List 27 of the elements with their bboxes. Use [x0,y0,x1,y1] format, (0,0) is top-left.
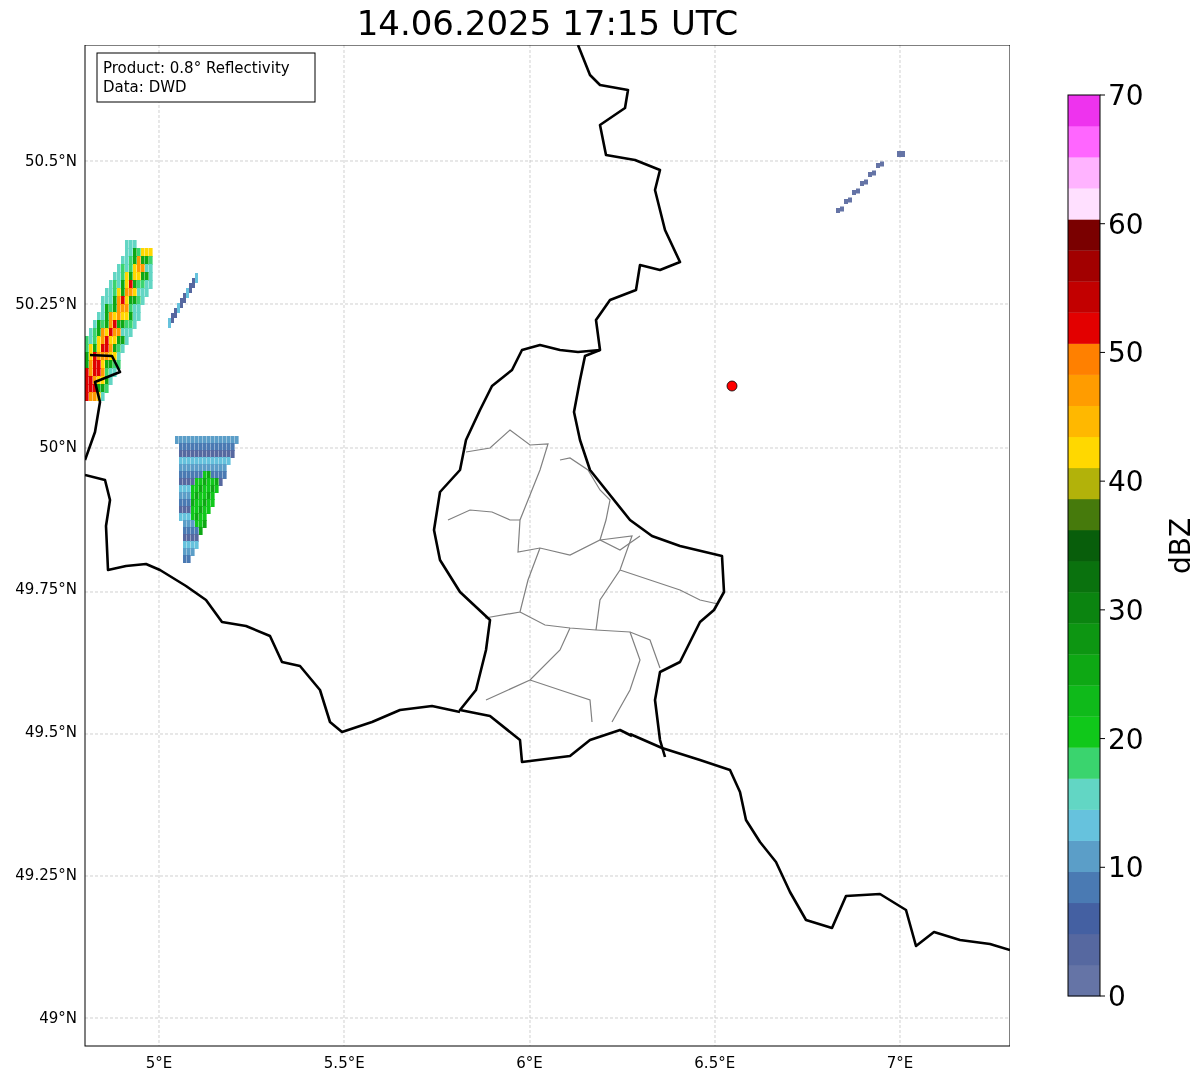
legend-text: Product: 0.8° Reflectivity [103,59,290,77]
colorbar-tick-label: 0 [1108,980,1126,1013]
colorbar-tick-label: 40 [1108,465,1144,499]
colorbar-tick-label: 10 [1108,851,1144,885]
longitude-label: 5°E [145,1054,173,1072]
latitude-label: 49°N [39,1008,77,1027]
latitude-label: 49.5°N [24,723,77,742]
longitude-label: 6°E [516,1054,543,1072]
latitude-label: 49.25°N [15,866,77,884]
longitude-label: 7°E [886,1054,914,1072]
latitude-label: 49.75°N [15,580,77,599]
latitude-label: 50.5°N [24,152,77,170]
radar-echo [836,151,905,213]
chart-title: 14.06.2025 17:15 UTC [355,1,740,45]
colorbar-tick-label: 30 [1108,593,1144,627]
latitude-label: 50°N [39,437,77,456]
colorbar-label: dBZ [1164,517,1197,575]
colorbar-tick-label: 50 [1108,336,1144,370]
radar-site-marker [726,380,738,392]
latitude-label: 50.25°N [15,294,77,313]
radar-echo [168,273,198,328]
longitude-label: 5.5°E [323,1054,365,1072]
colorbar-tick-label: 20 [1108,722,1144,756]
colorbar-tick-label: 60 [1108,207,1144,241]
legend-text: Data: DWD [103,78,187,96]
longitude-label: 6.5°E [694,1054,736,1072]
colorbar-tick-label: 70 [1108,79,1144,112]
